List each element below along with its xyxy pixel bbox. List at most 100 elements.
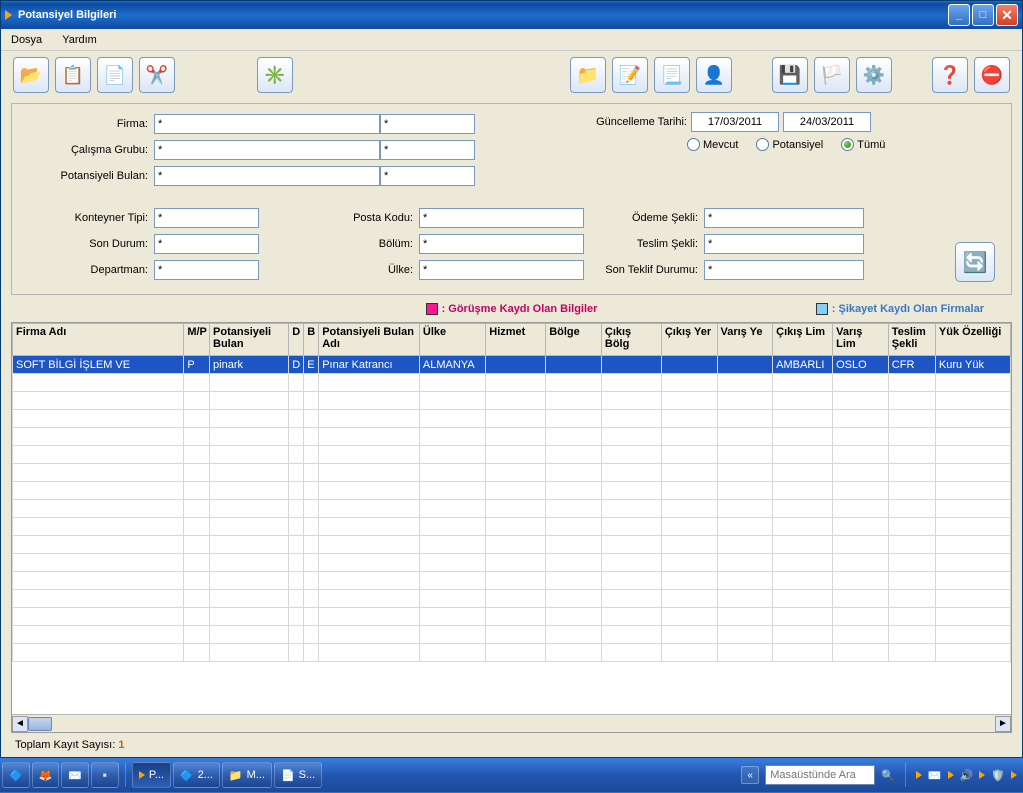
flag-button[interactable]: 🏳️ bbox=[814, 57, 850, 93]
cell-hizmet bbox=[486, 356, 546, 374]
potansiyeli-input-1[interactable] bbox=[154, 166, 380, 186]
export-button[interactable]: 💾 bbox=[772, 57, 808, 93]
minimize-button[interactable]: _ bbox=[948, 4, 970, 26]
table-row-empty[interactable] bbox=[13, 590, 1011, 608]
th-ulke[interactable]: Ülke bbox=[419, 324, 485, 356]
exit-button[interactable]: ⛔ bbox=[974, 57, 1010, 93]
table-row-empty[interactable] bbox=[13, 644, 1011, 662]
table-row-empty[interactable] bbox=[13, 410, 1011, 428]
tray-icon-shield[interactable]: 🛡️ bbox=[991, 769, 1005, 782]
th-cikis-bolge[interactable]: Çıkış Bölg bbox=[601, 324, 661, 356]
th-varis-lim[interactable]: Varış Lim bbox=[833, 324, 889, 356]
th-d[interactable]: D bbox=[289, 324, 304, 356]
radio-mevcut[interactable]: Mevcut bbox=[687, 138, 738, 151]
table-row-empty[interactable] bbox=[13, 536, 1011, 554]
note-button[interactable]: 📋 bbox=[55, 57, 91, 93]
note2-button[interactable]: 📃 bbox=[654, 57, 690, 93]
taskbar-ql-4[interactable]: ▫️ bbox=[91, 762, 119, 788]
scroll-track[interactable] bbox=[28, 716, 995, 732]
th-bolge[interactable]: Bölge bbox=[546, 324, 602, 356]
help-button[interactable]: ❓ bbox=[932, 57, 968, 93]
th-firma-adi[interactable]: Firma Adı bbox=[13, 324, 184, 356]
cell-cikis_yeri bbox=[661, 356, 717, 374]
odeme-input[interactable] bbox=[704, 208, 864, 228]
table-row-empty[interactable] bbox=[13, 464, 1011, 482]
tray-icon-sound[interactable]: 🔊 bbox=[960, 769, 974, 782]
results-table[interactable]: Firma Adı M/P Potansiyeli Bulan D B Pota… bbox=[12, 323, 1011, 662]
taskbar-item-0[interactable]: P... bbox=[132, 762, 171, 788]
teslim-input[interactable] bbox=[704, 234, 864, 254]
th-teslim-sekli[interactable]: Teslim Şekli bbox=[888, 324, 935, 356]
open-button[interactable]: 📂 bbox=[13, 57, 49, 93]
table-row-empty[interactable] bbox=[13, 572, 1011, 590]
table-row-empty[interactable] bbox=[13, 608, 1011, 626]
konteyner-input[interactable] bbox=[154, 208, 259, 228]
th-potansiyeli-bulan[interactable]: Potansiyeli Bulan bbox=[210, 324, 289, 356]
date-to-input[interactable] bbox=[783, 112, 871, 132]
cell-d: D bbox=[289, 356, 304, 374]
th-hizmet[interactable]: Hizmet bbox=[486, 324, 546, 356]
potansiyeli-input-2[interactable] bbox=[380, 166, 475, 186]
firma-input-2[interactable] bbox=[380, 114, 475, 134]
taskbar-expand-button[interactable]: « bbox=[741, 766, 759, 784]
copy-button[interactable]: 📄 bbox=[97, 57, 133, 93]
table-row-empty[interactable] bbox=[13, 392, 1011, 410]
table-row[interactable]: SOFT BİLGİ İŞLEM VEPpinarkDEPınar Katran… bbox=[13, 356, 1011, 374]
th-cikis-yeri[interactable]: Çıkış Yer bbox=[661, 324, 717, 356]
scroll-thumb[interactable] bbox=[28, 717, 52, 731]
departman-input[interactable] bbox=[154, 260, 259, 280]
tray-icon-mail[interactable]: ✉️ bbox=[928, 769, 942, 782]
tray-icon-2[interactable] bbox=[948, 771, 954, 779]
th-b[interactable]: B bbox=[304, 324, 319, 356]
taskbar-item-1[interactable]: 🔷2... bbox=[173, 762, 220, 788]
edit-note-button[interactable]: 📝 bbox=[612, 57, 648, 93]
sondurum-input[interactable] bbox=[154, 234, 259, 254]
menu-yardim[interactable]: Yardım bbox=[62, 34, 97, 46]
scroll-right-button[interactable]: ► bbox=[995, 716, 1011, 732]
firma-input-1[interactable] bbox=[154, 114, 380, 134]
table-row-empty[interactable] bbox=[13, 374, 1011, 392]
table-row-empty[interactable] bbox=[13, 446, 1011, 464]
taskbar-search-input[interactable] bbox=[765, 765, 875, 785]
th-cikis-lim[interactable]: Çıkış Lim bbox=[773, 324, 833, 356]
radio-potansiyel[interactable]: Potansiyel bbox=[756, 138, 823, 151]
th-varis-ye[interactable]: Varış Ye bbox=[717, 324, 773, 356]
radio-tumu[interactable]: Tümü bbox=[841, 138, 885, 151]
table-row-empty[interactable] bbox=[13, 518, 1011, 536]
ulke-input[interactable] bbox=[419, 260, 584, 280]
plugin-button[interactable]: ✳️ bbox=[257, 57, 293, 93]
calisma-input-1[interactable] bbox=[154, 140, 380, 160]
folder-button[interactable]: 📁 bbox=[570, 57, 606, 93]
date-from-input[interactable] bbox=[691, 112, 779, 132]
th-yuk-ozelligi[interactable]: Yük Özelliği bbox=[935, 324, 1010, 356]
sonteklif-input[interactable] bbox=[704, 260, 864, 280]
table-row-empty[interactable] bbox=[13, 626, 1011, 644]
tray-icon-4[interactable] bbox=[1011, 771, 1017, 779]
close-button[interactable]: ✕ bbox=[996, 4, 1018, 26]
calisma-input-2[interactable] bbox=[380, 140, 475, 160]
taskbar-search-icon[interactable]: 🔍 bbox=[881, 769, 895, 782]
table-row-empty[interactable] bbox=[13, 482, 1011, 500]
taskbar-ql-1[interactable]: 🔷 bbox=[2, 762, 30, 788]
taskbar-item-3[interactable]: 📄S... bbox=[274, 762, 322, 788]
bolum-input[interactable] bbox=[419, 234, 584, 254]
postakodu-input[interactable] bbox=[419, 208, 584, 228]
person-button[interactable]: 👤 bbox=[696, 57, 732, 93]
table-row-empty[interactable] bbox=[13, 554, 1011, 572]
refresh-button[interactable]: 🔄 bbox=[955, 242, 995, 282]
taskbar-ql-3[interactable]: ✉️ bbox=[61, 762, 89, 788]
menu-dosya[interactable]: Dosya bbox=[11, 34, 42, 46]
scroll-left-button[interactable]: ◄ bbox=[12, 716, 28, 732]
cell-mp: P bbox=[184, 356, 210, 374]
maximize-button[interactable]: □ bbox=[972, 4, 994, 26]
taskbar-ql-2[interactable]: 🦊 bbox=[32, 762, 60, 788]
settings-button[interactable]: ⚙️ bbox=[856, 57, 892, 93]
table-row-empty[interactable] bbox=[13, 428, 1011, 446]
table-row-empty[interactable] bbox=[13, 500, 1011, 518]
taskbar-item-2[interactable]: 📁M... bbox=[222, 762, 272, 788]
th-potansiyeli-bulan-adi[interactable]: Potansiyeli Bulan Adı bbox=[319, 324, 420, 356]
tray-icon-1[interactable] bbox=[916, 771, 922, 779]
cut-button[interactable]: ✂️ bbox=[139, 57, 175, 93]
tray-icon-3[interactable] bbox=[979, 771, 985, 779]
th-mp[interactable]: M/P bbox=[184, 324, 210, 356]
